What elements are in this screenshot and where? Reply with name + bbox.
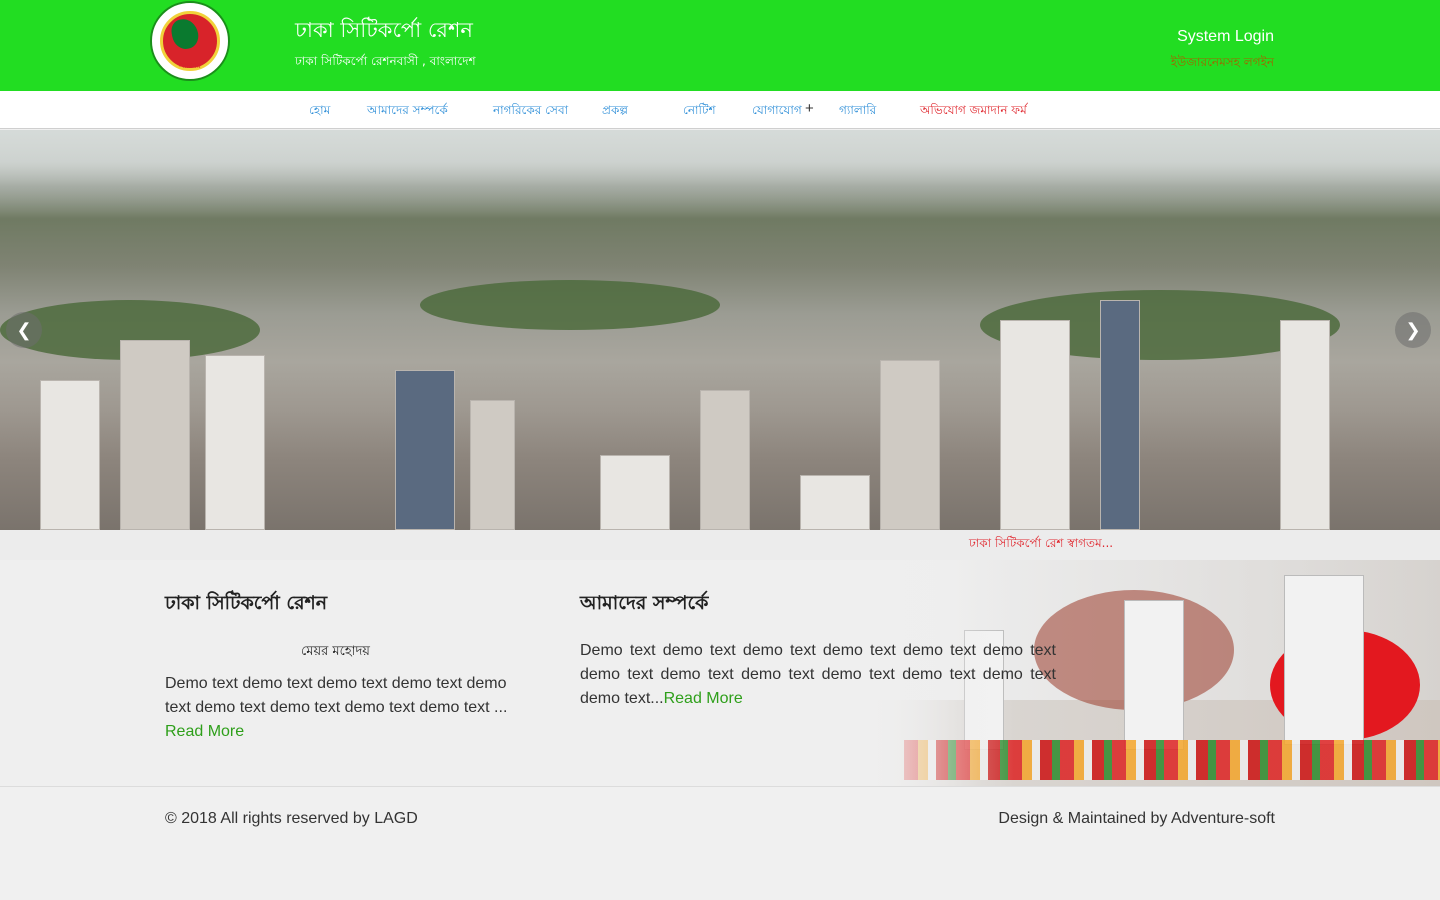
nav-complaint-form[interactable]: অভিযোগ জমাদান ফর্ম: [920, 102, 1027, 122]
site-subtitle: ঢাকা সিটিকর্পো রেশনবাসী , বাংলাদেশ: [295, 54, 476, 68]
logo-caption: সরকার: [178, 61, 201, 70]
mayor-text: Demo text demo text demo text demo text …: [165, 672, 515, 744]
about-description: Demo text demo text demo text demo text …: [580, 642, 1056, 707]
slider-next-button[interactable]: ❯: [1395, 312, 1431, 348]
memorial-pillar: [1284, 575, 1364, 745]
copyright-text: © 2018 All rights reserved by LAGD: [165, 810, 418, 827]
site-title[interactable]: ঢাকা সিটিকর্পো রেশন: [295, 14, 473, 49]
slider-building: [880, 360, 940, 530]
nav-about-us[interactable]: আমাদের সম্পর্কে: [367, 102, 448, 122]
slider-prev-button[interactable]: ❮: [6, 312, 42, 348]
slider-building: [40, 380, 100, 530]
header-bar: সরকার ঢাকা সিটিকর্পো রেশন ঢাকা সিটিকর্পো…: [0, 0, 1440, 91]
footer: © 2018 All rights reserved by LAGD Desig…: [0, 786, 1440, 900]
chevron-right-icon: ❯: [1405, 320, 1421, 340]
about-text: Demo text demo text demo text demo text …: [580, 639, 1056, 711]
slider-building: [395, 370, 455, 530]
slider-sky: [0, 130, 1440, 220]
chevron-left-icon: ❮: [16, 320, 32, 340]
ticker-text[interactable]: ঢাকা সিটিকর্পো রেশ স্বাগতম...: [969, 535, 1113, 555]
nav-contact[interactable]: যোগাযোগ: [752, 102, 802, 122]
slider-building: [205, 355, 265, 530]
slider-building: [470, 400, 515, 530]
mayor-name: মেয়র মহোদয়: [301, 644, 370, 659]
system-login-link[interactable]: System Login: [1177, 28, 1274, 46]
mayor-read-more-link[interactable]: Read More: [165, 723, 244, 740]
nav-notice[interactable]: নোটিশ: [683, 102, 716, 122]
content-section: ঢাকা সিটিকর্পো রেশন মেয়র মহোদয় Demo te…: [0, 560, 1440, 786]
slider-building: [600, 455, 670, 530]
about-read-more-link[interactable]: Read More: [664, 690, 743, 707]
slider-building: [120, 340, 190, 530]
main-navigation: হোম আমাদের সম্পর্কে নাগরিকের সেবা প্রকল্…: [0, 91, 1440, 129]
slider-greenery: [420, 280, 720, 330]
news-ticker: ঢাকা সিটিকর্পো রেশ স্বাগতম...: [0, 530, 1440, 560]
mayor-section-heading: ঢাকা সিটিকর্পো রেশন: [165, 592, 328, 614]
about-section-heading: আমাদের সম্পর্কে: [580, 592, 709, 614]
slider-building: [1000, 320, 1070, 530]
slider-building: [800, 475, 870, 530]
plus-icon[interactable]: +: [805, 100, 814, 117]
nav-gallery[interactable]: গ্যালারি: [839, 102, 876, 122]
nav-citizen-services[interactable]: নাগরিকের সেবা: [493, 102, 568, 122]
slider-building: [700, 390, 750, 530]
nav-home[interactable]: হোম: [309, 102, 330, 122]
government-logo[interactable]: সরকার: [150, 1, 230, 81]
slider-building: [1100, 300, 1140, 530]
nav-projects[interactable]: প্রকল্প: [602, 102, 628, 122]
hero-slider[interactable]: ❮ ❯: [0, 130, 1440, 530]
slider-building: [1280, 320, 1330, 530]
memorial-pillar: [1124, 600, 1184, 750]
maintained-by-text: Design & Maintained by Adventure-soft: [998, 810, 1275, 827]
mayor-description: Demo text demo text demo text demo text …: [165, 675, 508, 716]
login-subtext[interactable]: ইউজারনেমসহ লগইন: [1171, 54, 1274, 74]
